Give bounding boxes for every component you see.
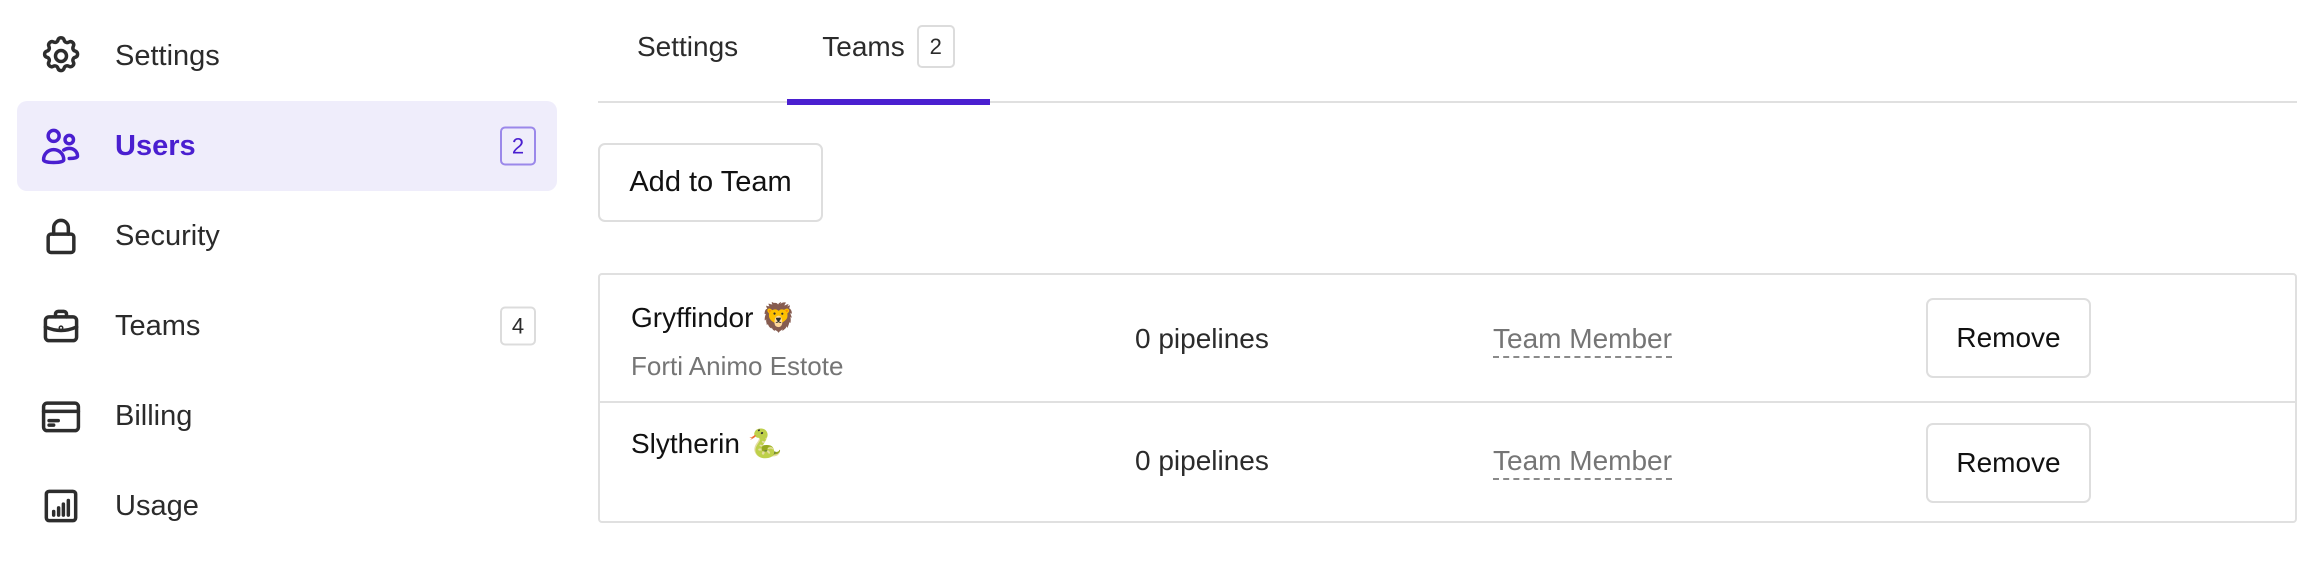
users-icon [39,124,83,168]
role-selector[interactable]: Team Member [1493,323,1672,358]
sidebar-item-teams[interactable]: Teams 4 [17,281,557,371]
pipeline-count: 0 pipelines [1135,323,1269,354]
sidebar-item-settings[interactable]: Settings [17,11,557,101]
users-count-badge: 2 [500,126,536,166]
team-name: Gryffindor 🦁 [631,302,797,333]
sidebar-item-label: Billing [115,399,193,432]
role-selector[interactable]: Team Member [1493,445,1672,480]
tab-label: Teams [822,30,905,62]
sidebar-item-users[interactable]: Users 2 [17,101,557,191]
tab-settings[interactable]: Settings [637,0,738,103]
sidebar-item-label: Usage [115,489,199,522]
bar-chart-icon [39,484,83,528]
tab-bar: Settings Teams 2 [598,0,2297,105]
teams-count-badge: 4 [500,306,536,346]
briefcase-icon [39,304,83,348]
sidebar-item-billing[interactable]: Billing [17,371,557,461]
pipeline-count: 0 pipelines [1135,445,1269,476]
tab-teams[interactable]: Teams 2 [787,0,990,105]
team-row: Gryffindor 🦁 Forti Animo Estote 0 pipeli… [600,275,2295,403]
sidebar-item-label: Settings [115,39,220,72]
add-to-team-button[interactable]: Add to Team [598,143,823,222]
sidebar-item-security[interactable]: Security [17,191,557,281]
remove-button[interactable]: Remove [1926,423,2091,503]
gear-icon [39,34,83,78]
sidebar-item-label: Security [115,219,220,252]
tab-count-badge: 2 [916,25,955,68]
credit-card-icon [39,394,83,438]
tab-label: Settings [637,30,739,62]
sidebar-item-usage[interactable]: Usage [17,461,557,551]
sidebar-item-label: Users [115,129,196,162]
team-row: Slytherin 🐍 0 pipelines Team Member Remo… [600,403,2295,523]
remove-button[interactable]: Remove [1926,298,2091,378]
team-list: Gryffindor 🦁 Forti Animo Estote 0 pipeli… [598,273,2297,523]
team-description: Forti Animo Estote [631,351,844,381]
sidebar-item-label: Teams [115,309,201,342]
lock-icon [39,214,83,258]
sidebar: Settings Users 2 Security Teams 4 Billin… [17,11,557,551]
team-name: Slytherin 🐍 [631,428,783,459]
